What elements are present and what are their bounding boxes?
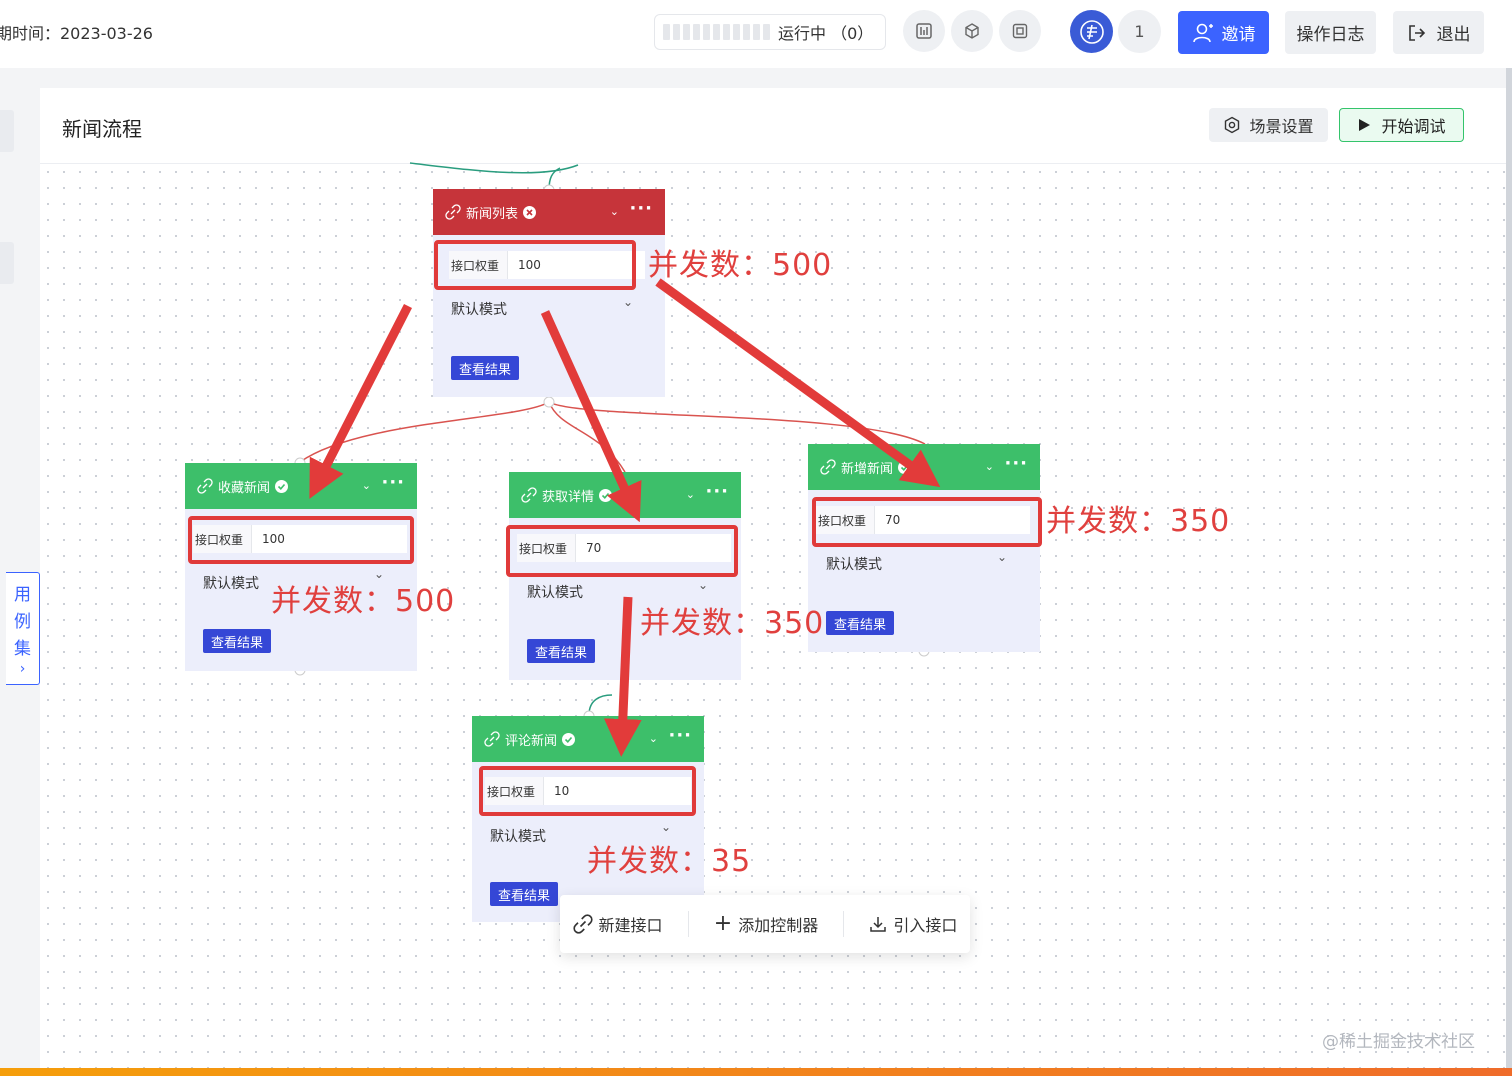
arrow <box>655 278 941 488</box>
import-api-button[interactable]: 引入接口 <box>869 912 957 936</box>
bottom-accent-bar <box>0 1068 1512 1076</box>
new-api-label: 新建接口 <box>598 916 663 935</box>
arrow <box>603 596 642 757</box>
download-icon <box>870 917 887 932</box>
divider <box>843 911 845 937</box>
new-api-button[interactable]: 新建接口 <box>572 912 663 936</box>
add-controller-label: 添加控制器 <box>738 916 819 935</box>
arrow <box>540 310 642 523</box>
link-icon <box>572 914 593 934</box>
canvas-toolbar: 新建接口 + 添加控制器 引入接口 <box>560 895 970 953</box>
arrow <box>309 303 413 499</box>
divider <box>687 911 689 937</box>
plus-icon: + <box>713 911 733 936</box>
add-controller-button[interactable]: + 添加控制器 <box>714 912 818 936</box>
watermark: @稀土掘金技术社区 <box>1322 1032 1475 1052</box>
import-api-label: 引入接口 <box>893 916 958 935</box>
vertical-scrollbar[interactable] <box>1506 68 1512 1076</box>
